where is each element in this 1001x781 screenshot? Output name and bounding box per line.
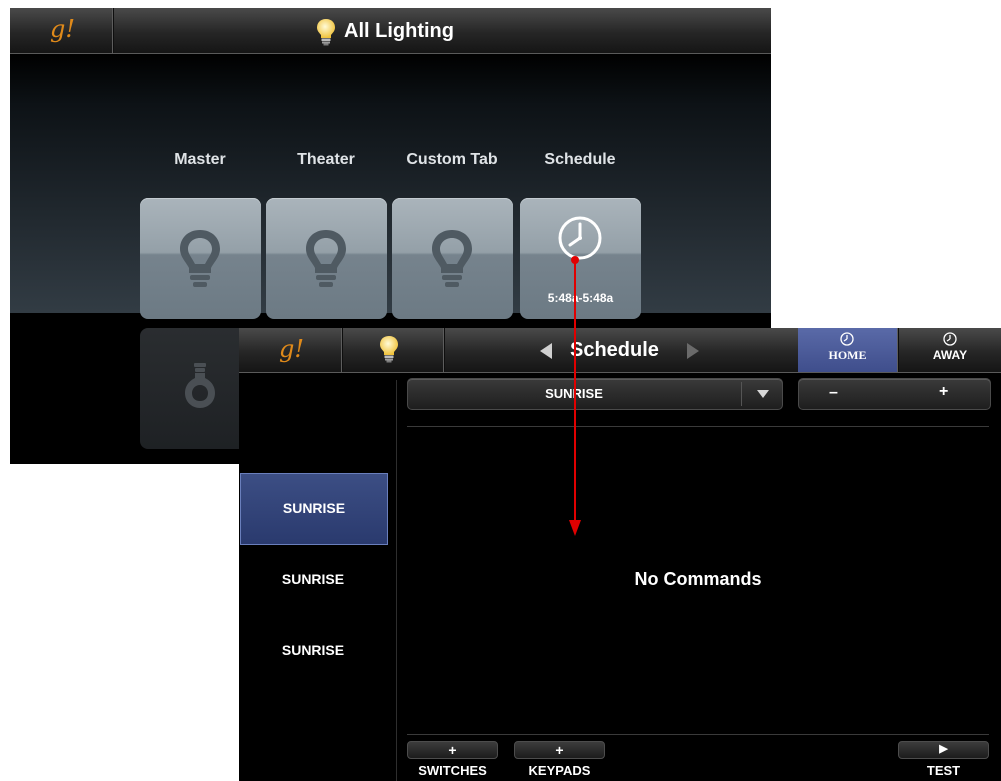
lightbulb-icon (306, 230, 346, 287)
schedule-header: g! Schedule HOME AWAY (239, 328, 1001, 373)
offset-stepper[interactable]: – + (798, 378, 991, 410)
minus-button[interactable]: – (829, 384, 838, 402)
plus-icon: + (555, 742, 564, 758)
page-title: All Lighting (344, 20, 454, 42)
home-logo-button[interactable]: g! (50, 15, 75, 43)
plus-icon: + (448, 742, 457, 758)
lightbulb-icon (432, 230, 472, 287)
test-button[interactable]: ▶ TEST (898, 741, 989, 781)
empty-commands-message: No Commands (634, 569, 762, 589)
tab-label-custom: Custom Tab (406, 151, 498, 168)
lightbulb-off-icon (185, 363, 215, 408)
select-divider (741, 382, 742, 406)
add-keypads-button[interactable]: + KEYPADS (514, 741, 605, 781)
event-item-1[interactable]: SUNRISE (240, 473, 388, 545)
lightbulb-icon (180, 230, 220, 287)
chevron-down-icon (757, 390, 769, 398)
add-switches-button[interactable]: + SWITCHES (407, 741, 498, 781)
lightbulb-icon (317, 19, 335, 46)
tab-master[interactable] (140, 198, 261, 319)
switches-label: SWITCHES (418, 763, 487, 778)
tab-theater[interactable] (266, 198, 387, 319)
arrow-right-icon[interactable] (686, 342, 700, 360)
lighting-background (10, 53, 771, 313)
tab-custom[interactable] (392, 198, 513, 319)
schedule-screen: g! Schedule HOME AWAY SUNRISE SUNRISE SU… (239, 328, 1001, 781)
arrow-left-icon[interactable] (539, 342, 553, 360)
plus-button[interactable]: + (939, 383, 948, 401)
mode-away-label: AWAY (932, 348, 968, 362)
clock-icon (943, 332, 957, 346)
event-type-select[interactable]: SUNRISE (407, 378, 783, 410)
clock-icon (840, 332, 854, 346)
mode-home-button[interactable]: HOME (798, 328, 897, 372)
mode-away-button[interactable]: AWAY (899, 328, 1001, 372)
content-top-divider (407, 426, 989, 427)
home-logo-button[interactable]: g! (279, 335, 304, 363)
annotation-arrow (569, 256, 581, 536)
test-label: TEST (926, 763, 961, 778)
event-item-2[interactable]: SUNRISE (240, 571, 386, 587)
lightbulb-icon[interactable] (379, 335, 399, 363)
event-item-label: SUNRISE (282, 500, 346, 516)
tab-label-schedule: Schedule (544, 151, 616, 168)
lighting-header: g! All Lighting (10, 8, 771, 54)
header-divider (112, 8, 113, 53)
sidebar-divider (396, 380, 397, 781)
event-item-3[interactable]: SUNRISE (240, 642, 386, 658)
play-icon: ▶ (939, 743, 948, 755)
header-divider (443, 328, 444, 372)
header-divider (897, 328, 898, 372)
content-bottom-divider (407, 734, 989, 735)
tab-label-master: Master (174, 151, 226, 168)
keypads-label: KEYPADS (528, 763, 591, 778)
header-divider (341, 328, 342, 372)
tab-label-theater: Theater (297, 151, 355, 168)
mode-home-label: HOME (828, 348, 867, 362)
